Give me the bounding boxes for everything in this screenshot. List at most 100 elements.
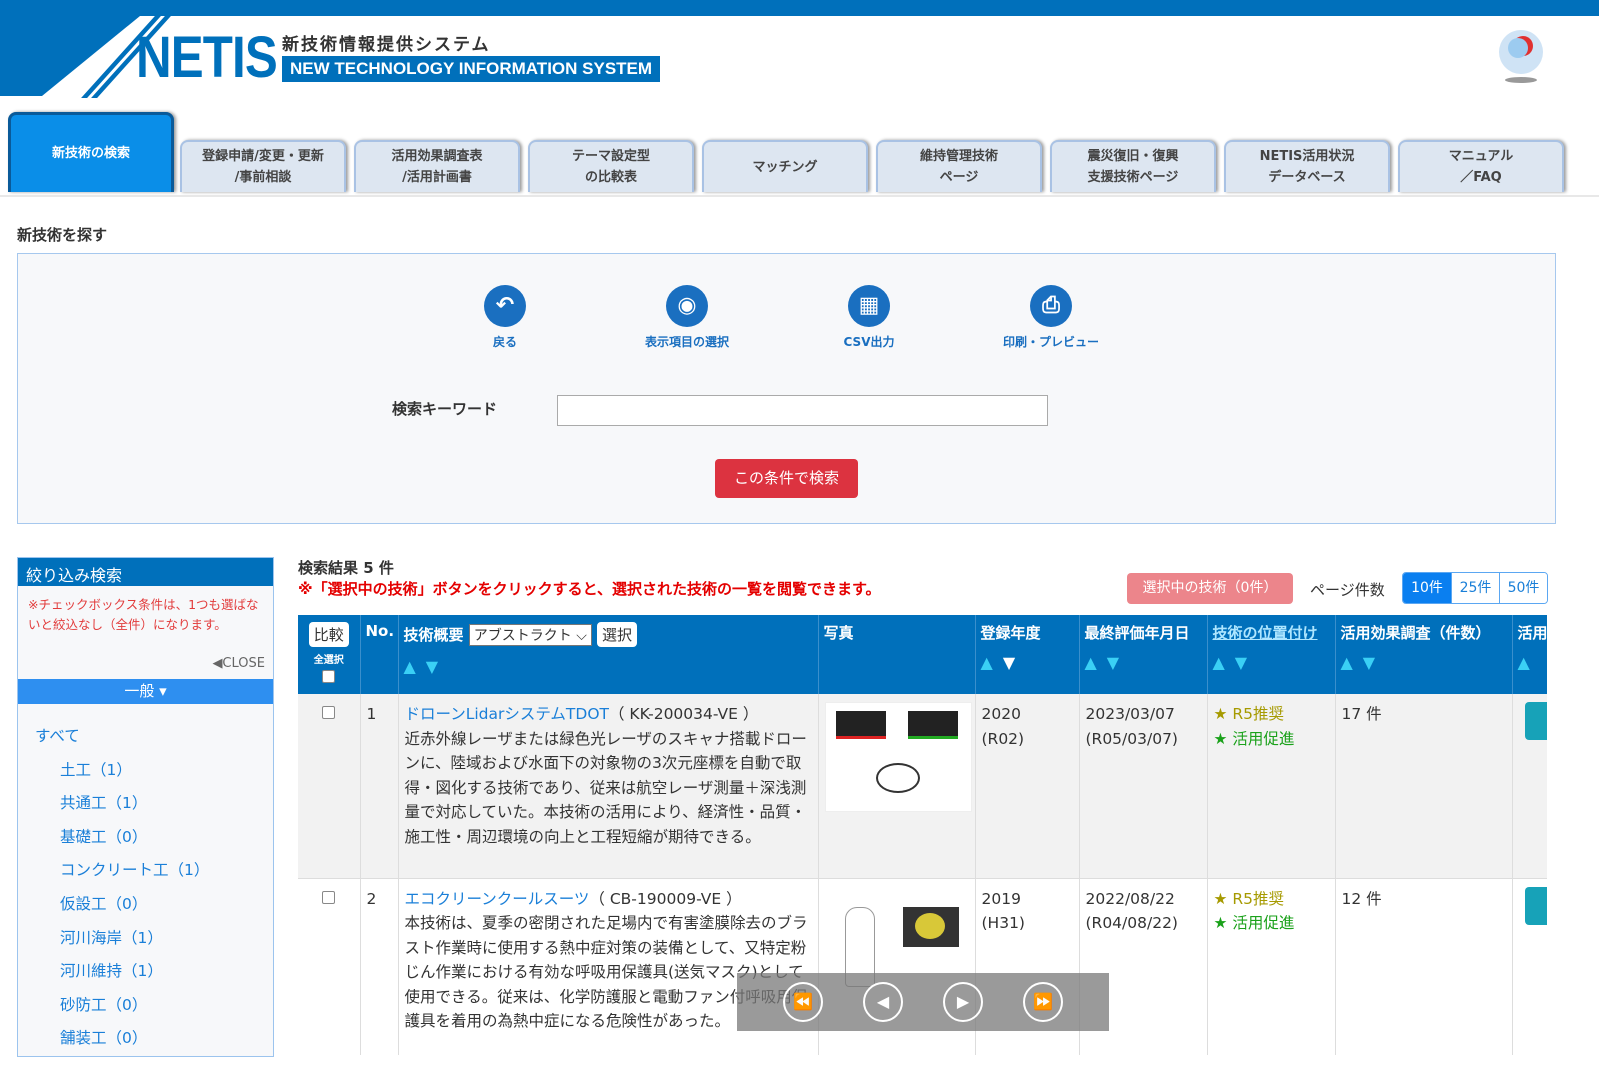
back-label: 戻る	[492, 335, 517, 349]
compare-checkbox[interactable]	[322, 706, 336, 719]
tab-maintenance[interactable]: 維持管理技術 ページ	[876, 140, 1042, 192]
sidebar-title: 絞り込み検索	[18, 558, 273, 586]
sort-arrows[interactable]: ▲▼	[981, 653, 1074, 672]
logo-subtitle-jp: 新技術情報提供システム	[282, 35, 491, 55]
next-icon[interactable]: ▶	[943, 982, 983, 1022]
result-count: 検索結果 5 件	[298, 559, 394, 577]
reg-year: 2020	[981, 705, 1021, 723]
tech-name-link[interactable]: ドローンLidarシステムTDOT	[405, 705, 609, 723]
tech-photo[interactable]	[824, 702, 972, 812]
row-no: 2	[360, 878, 399, 1055]
printer-icon: ⎙	[1030, 285, 1072, 327]
badge-promotion: ★ 活用促進	[1213, 914, 1295, 932]
col-position-link[interactable]: 技術の位置付け	[1213, 624, 1318, 642]
filter-item[interactable]: すべて	[35, 724, 273, 758]
filter-item[interactable]: 河川維持（1）	[35, 959, 273, 993]
effect-count: 12 件	[1335, 878, 1513, 1055]
filter-item[interactable]: 河川海岸（1）	[35, 926, 273, 960]
ministry-logo-icon	[1499, 30, 1543, 83]
eval-date-jp: (R04/08/22)	[1085, 914, 1178, 932]
reg-year-jp: (H31)	[981, 914, 1025, 932]
sidebar-close-button[interactable]: ◀CLOSE	[18, 656, 273, 671]
print-preview-button[interactable]: ⎙ 印刷・プレビュー	[981, 285, 1121, 350]
page-size-50[interactable]: 50件	[1499, 573, 1547, 603]
tab-manual-faq[interactable]: マニュアル ／FAQ	[1398, 140, 1564, 192]
col-effect: 活用効果調査（件数）	[1340, 624, 1491, 642]
tab-registration[interactable]: 登録申請/変更・更新 /事前相談	[180, 140, 346, 192]
first-icon[interactable]: ⏪	[783, 982, 823, 1022]
logo-subtitle-en: NEW TECHNOLOGY INFORMATION SYSTEM	[282, 56, 661, 82]
col-photo: 写真	[818, 615, 976, 694]
tab-effect-survey[interactable]: 活用効果調査表 /活用計画書	[354, 140, 520, 192]
eval-date: 2022/08/22	[1085, 889, 1175, 908]
eye-icon: ◉	[666, 285, 708, 327]
sort-arrows[interactable]: ▲	[1518, 653, 1548, 672]
filter-item[interactable]: コンクリート工（1）	[35, 858, 273, 892]
page-size-10[interactable]: 10件	[1403, 573, 1451, 603]
filter-item[interactable]: 舗装工（0）	[35, 1026, 273, 1060]
tech-name-link[interactable]: エコクリーンクールスーツ	[405, 890, 590, 908]
top-bar	[0, 0, 1599, 16]
table-row: 1 ドローンLidarシステムTDOT（ KK-200034-VE ） 近赤外線レ…	[298, 694, 1547, 879]
result-note: ※「選択中の技術」ボタンをクリックすると、選択された技術の一覧を閲覧できます。	[298, 580, 881, 598]
reg-year: 2019	[981, 889, 1021, 908]
tech-description: 近赤外線レーザまたは緑色光レーザのスキャナ搭載ドローンに、陸域および水面下の対象…	[404, 729, 807, 846]
compare-checkbox[interactable]	[322, 890, 336, 904]
print-label: 印刷・プレビュー	[1002, 335, 1099, 349]
select-all-checkbox[interactable]	[322, 670, 336, 683]
sort-arrows[interactable]: ▲▼	[1341, 653, 1507, 672]
col-year: 登録年度	[980, 624, 1041, 642]
summary-type-select[interactable]: アブストラクト ⌵	[468, 624, 592, 646]
col-eval-date: 最終評価年月日	[1084, 624, 1190, 642]
sidebar-note: ※チェックボックス条件は、1つも選ばないと絞込なし（全件）になります。	[28, 597, 259, 632]
selected-tech-button[interactable]: 選択中の技術（0件）	[1127, 573, 1293, 604]
display-items-button[interactable]: ◉ 表示項目の選択	[617, 285, 757, 350]
sort-arrows[interactable]: ▲▼	[404, 657, 813, 676]
filter-item[interactable]: 土工（1）	[35, 758, 273, 792]
compare-button[interactable]: 比較	[308, 622, 349, 647]
divider	[0, 195, 1599, 197]
tab-matching[interactable]: マッチング	[702, 140, 868, 192]
sort-arrows[interactable]: ▲▼	[1085, 653, 1202, 672]
tab-disaster-recovery[interactable]: 震災復旧・復興 支援技術ページ	[1050, 140, 1216, 192]
page-size-label: ページ件数	[1310, 581, 1385, 599]
tab-theme-comparison[interactable]: テーマ設定型 の比較表	[528, 140, 694, 192]
summary-select-button[interactable]: 選択	[597, 622, 638, 647]
netis-logo[interactable]: NETIS	[136, 24, 278, 91]
filter-item[interactable]: 基礎工（0）	[35, 825, 273, 859]
back-icon: ↶	[484, 285, 526, 327]
tab-new-tech-search[interactable]: 新技術の検索	[8, 112, 174, 192]
search-button[interactable]: この条件で検索	[715, 459, 858, 498]
col-use: 活用	[1517, 624, 1548, 642]
page-size-25[interactable]: 25件	[1451, 573, 1499, 603]
csv-label: CSV出力	[843, 335, 895, 349]
badge-promotion: ★ 活用促進	[1213, 729, 1295, 748]
keyword-label: 検索キーワード	[392, 400, 498, 418]
badge-recommended: ★ R5推奨	[1213, 889, 1284, 908]
filter-sidebar: 絞り込み検索 ※チェックボックス条件は、1つも選ばないと絞込なし（全件）になりま…	[17, 557, 274, 1057]
csv-export-button[interactable]: ▦ CSV出力	[799, 285, 939, 350]
filter-item[interactable]: 砂防工（0）	[35, 993, 273, 1027]
select-all-label: 全選択	[313, 655, 344, 666]
back-button[interactable]: ↶ 戻る	[435, 285, 575, 350]
last-icon[interactable]: ⏩	[1023, 982, 1063, 1022]
use-button[interactable]	[1524, 886, 1547, 925]
tech-code: （ KK-200034-VE ）	[608, 705, 759, 723]
badge-recommended: ★ R5推奨	[1213, 705, 1284, 723]
prev-icon[interactable]: ◀	[863, 982, 903, 1022]
filter-item[interactable]: 共通工（1）	[35, 791, 273, 825]
eval-date: 2023/03/07	[1085, 705, 1175, 723]
section-title: 新技術を探す	[17, 226, 108, 244]
category-general-toggle[interactable]: 一般 ▾	[18, 679, 273, 704]
tech-code: （ CB-190009-VE ）	[589, 889, 742, 908]
eval-date-jp: (R05/03/07)	[1085, 729, 1178, 748]
use-button[interactable]	[1524, 702, 1547, 740]
sort-arrows[interactable]: ▲▼	[1213, 653, 1330, 672]
reg-year-jp: (R02)	[981, 729, 1025, 748]
col-summary: 技術概要	[403, 626, 464, 644]
filter-item[interactable]: 仮設工（0）	[35, 892, 273, 926]
keyword-input[interactable]	[557, 395, 1048, 426]
slideshow-controls: ⏪ ◀ ▶ ⏩	[737, 973, 1109, 1031]
page-size-selector: 10件 25件 50件	[1402, 572, 1548, 604]
tab-usage-database[interactable]: NETIS活用状況 データベース	[1224, 140, 1390, 192]
